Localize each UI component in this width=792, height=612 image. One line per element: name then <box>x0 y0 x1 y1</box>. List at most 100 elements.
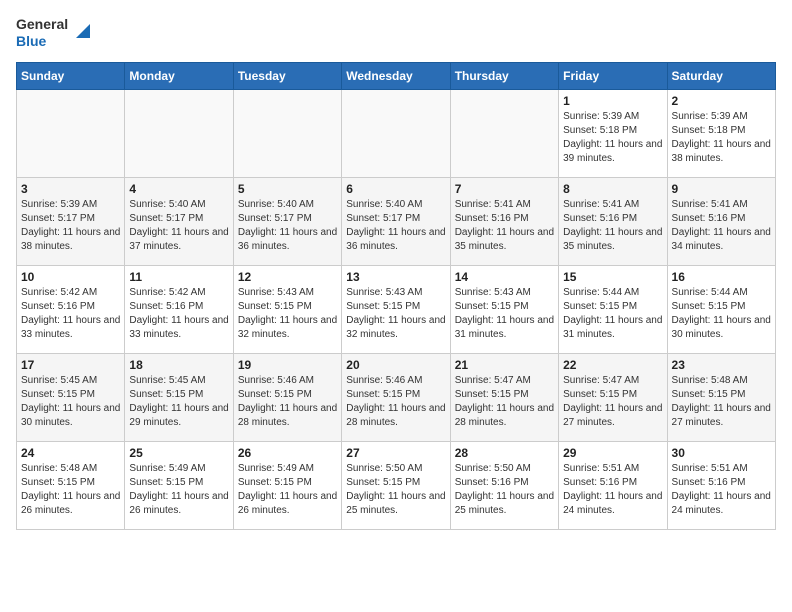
calendar-cell: 21 Sunrise: 5:47 AMSunset: 5:15 PMDayligh… <box>450 353 558 441</box>
day-number: 28 <box>455 446 554 460</box>
day-number: 30 <box>672 446 771 460</box>
day-number: 9 <box>672 182 771 196</box>
day-number: 29 <box>563 446 662 460</box>
calendar-cell: 9 Sunrise: 5:41 AMSunset: 5:16 PMDaylight… <box>667 177 775 265</box>
day-info: Sunrise: 5:45 AMSunset: 5:15 PMDaylight:… <box>21 374 120 430</box>
calendar-cell: 23 Sunrise: 5:48 AMSunset: 5:15 PMDayligh… <box>667 353 775 441</box>
calendar-cell: 5 Sunrise: 5:40 AMSunset: 5:17 PMDaylight… <box>233 177 341 265</box>
day-number: 8 <box>563 182 662 196</box>
day-info: Sunrise: 5:46 AMSunset: 5:15 PMDaylight:… <box>238 374 337 430</box>
day-number: 18 <box>129 358 228 372</box>
day-info: Sunrise: 5:39 AMSunset: 5:18 PMDaylight:… <box>672 110 771 166</box>
day-info: Sunrise: 5:43 AMSunset: 5:15 PMDaylight:… <box>238 286 337 342</box>
calendar-cell: 3Sunrise: 5:39 AMSunset: 5:17 PMDaylight… <box>17 177 125 265</box>
day-number: 10 <box>21 270 120 284</box>
weekday-header-tuesday: Tuesday <box>233 62 341 89</box>
page-header: General Blue <box>16 16 776 50</box>
day-info: Sunrise: 5:44 AMSunset: 5:15 PMDaylight:… <box>563 286 662 342</box>
calendar-cell <box>450 89 558 177</box>
calendar-cell <box>17 89 125 177</box>
day-info: Sunrise: 5:51 AMSunset: 5:16 PMDaylight:… <box>672 462 771 518</box>
calendar-cell <box>342 89 450 177</box>
calendar-cell <box>233 89 341 177</box>
day-info: Sunrise: 5:41 AMSunset: 5:16 PMDaylight:… <box>455 198 554 254</box>
calendar-cell: 26 Sunrise: 5:49 AMSunset: 5:15 PMDayligh… <box>233 441 341 529</box>
day-number: 3 <box>21 182 120 196</box>
day-number: 13 <box>346 270 445 284</box>
calendar-cell: 18Sunrise: 5:45 AMSunset: 5:15 PMDayligh… <box>125 353 233 441</box>
day-info: Sunrise: 5:50 AMSunset: 5:15 PMDaylight:… <box>346 462 445 518</box>
day-number: 26 <box>238 446 337 460</box>
day-info: Sunrise: 5:47 AMSunset: 5:15 PMDaylight:… <box>455 374 554 430</box>
calendar-cell: 8Sunrise: 5:41 AMSunset: 5:16 PMDaylight… <box>559 177 667 265</box>
day-info: Sunrise: 5:44 AMSunset: 5:15 PMDaylight:… <box>672 286 771 342</box>
calendar-cell: 30 Sunrise: 5:51 AMSunset: 5:16 PMDayligh… <box>667 441 775 529</box>
weekday-header-thursday: Thursday <box>450 62 558 89</box>
day-number: 25 <box>129 446 228 460</box>
day-number: 15 <box>563 270 662 284</box>
calendar-week-5: 24Sunrise: 5:48 AMSunset: 5:15 PMDayligh… <box>17 441 776 529</box>
calendar-cell: 17 Sunrise: 5:45 AMSunset: 5:15 PMDayligh… <box>17 353 125 441</box>
day-info: Sunrise: 5:51 AMSunset: 5:16 PMDaylight:… <box>563 462 662 518</box>
day-number: 5 <box>238 182 337 196</box>
calendar-cell: 28Sunrise: 5:50 AMSunset: 5:16 PMDayligh… <box>450 441 558 529</box>
day-number: 4 <box>129 182 228 196</box>
day-info: Sunrise: 5:41 AMSunset: 5:16 PMDaylight:… <box>672 198 771 254</box>
day-info: Sunrise: 5:39 AMSunset: 5:18 PMDaylight:… <box>563 110 662 166</box>
day-number: 27 <box>346 446 445 460</box>
weekday-header-wednesday: Wednesday <box>342 62 450 89</box>
calendar-cell: 12 Sunrise: 5:43 AMSunset: 5:15 PMDayligh… <box>233 265 341 353</box>
day-number: 21 <box>455 358 554 372</box>
calendar-table: SundayMondayTuesdayWednesdayThursdayFrid… <box>16 62 776 530</box>
day-info: Sunrise: 5:40 AMSunset: 5:17 PMDaylight:… <box>129 198 228 254</box>
calendar-cell: 11Sunrise: 5:42 AMSunset: 5:16 PMDayligh… <box>125 265 233 353</box>
day-number: 12 <box>238 270 337 284</box>
calendar-week-1: 1Sunrise: 5:39 AMSunset: 5:18 PMDaylight… <box>17 89 776 177</box>
day-number: 6 <box>346 182 445 196</box>
day-info: Sunrise: 5:48 AMSunset: 5:15 PMDaylight:… <box>21 462 120 518</box>
weekday-header-monday: Monday <box>125 62 233 89</box>
day-number: 17 <box>21 358 120 372</box>
weekday-header-friday: Friday <box>559 62 667 89</box>
day-number: 14 <box>455 270 554 284</box>
calendar-cell <box>125 89 233 177</box>
day-number: 19 <box>238 358 337 372</box>
day-number: 23 <box>672 358 771 372</box>
day-info: Sunrise: 5:40 AMSunset: 5:17 PMDaylight:… <box>346 198 445 254</box>
day-info: Sunrise: 5:48 AMSunset: 5:15 PMDaylight:… <box>672 374 771 430</box>
calendar-cell: 10 Sunrise: 5:42 AMSunset: 5:16 PMDayligh… <box>17 265 125 353</box>
day-number: 7 <box>455 182 554 196</box>
calendar-cell: 22 Sunrise: 5:47 AMSunset: 5:15 PMDayligh… <box>559 353 667 441</box>
calendar-cell: 24Sunrise: 5:48 AMSunset: 5:15 PMDayligh… <box>17 441 125 529</box>
calendar-cell: 20Sunrise: 5:46 AMSunset: 5:15 PMDayligh… <box>342 353 450 441</box>
day-info: Sunrise: 5:42 AMSunset: 5:16 PMDaylight:… <box>21 286 120 342</box>
calendar-cell: 6 Sunrise: 5:40 AMSunset: 5:17 PMDaylight… <box>342 177 450 265</box>
day-number: 11 <box>129 270 228 284</box>
calendar-cell: 13 Sunrise: 5:43 AMSunset: 5:15 PMDayligh… <box>342 265 450 353</box>
calendar-cell: 15 Sunrise: 5:44 AMSunset: 5:15 PMDayligh… <box>559 265 667 353</box>
calendar-header-row: SundayMondayTuesdayWednesdayThursdayFrid… <box>17 62 776 89</box>
logo-blue: Blue <box>16 33 68 50</box>
calendar-cell: 27 Sunrise: 5:50 AMSunset: 5:15 PMDayligh… <box>342 441 450 529</box>
day-info: Sunrise: 5:47 AMSunset: 5:15 PMDaylight:… <box>563 374 662 430</box>
calendar-cell: 29 Sunrise: 5:51 AMSunset: 5:16 PMDayligh… <box>559 441 667 529</box>
calendar-week-3: 10 Sunrise: 5:42 AMSunset: 5:16 PMDayligh… <box>17 265 776 353</box>
day-info: Sunrise: 5:43 AMSunset: 5:15 PMDaylight:… <box>346 286 445 342</box>
calendar-cell: 2 Sunrise: 5:39 AMSunset: 5:18 PMDaylight… <box>667 89 775 177</box>
logo: General Blue <box>16 16 90 50</box>
calendar-cell: 1Sunrise: 5:39 AMSunset: 5:18 PMDaylight… <box>559 89 667 177</box>
day-info: Sunrise: 5:40 AMSunset: 5:17 PMDaylight:… <box>238 198 337 254</box>
calendar-week-2: 3Sunrise: 5:39 AMSunset: 5:17 PMDaylight… <box>17 177 776 265</box>
calendar-week-4: 17 Sunrise: 5:45 AMSunset: 5:15 PMDayligh… <box>17 353 776 441</box>
day-number: 20 <box>346 358 445 372</box>
calendar-cell: 19 Sunrise: 5:46 AMSunset: 5:15 PMDayligh… <box>233 353 341 441</box>
calendar-cell: 7 Sunrise: 5:41 AMSunset: 5:16 PMDaylight… <box>450 177 558 265</box>
logo-general: General <box>16 16 68 33</box>
day-number: 22 <box>563 358 662 372</box>
calendar-cell: 25Sunrise: 5:49 AMSunset: 5:15 PMDayligh… <box>125 441 233 529</box>
day-info: Sunrise: 5:49 AMSunset: 5:15 PMDaylight:… <box>238 462 337 518</box>
day-info: Sunrise: 5:43 AMSunset: 5:15 PMDaylight:… <box>455 286 554 342</box>
weekday-header-saturday: Saturday <box>667 62 775 89</box>
day-number: 16 <box>672 270 771 284</box>
day-number: 2 <box>672 94 771 108</box>
